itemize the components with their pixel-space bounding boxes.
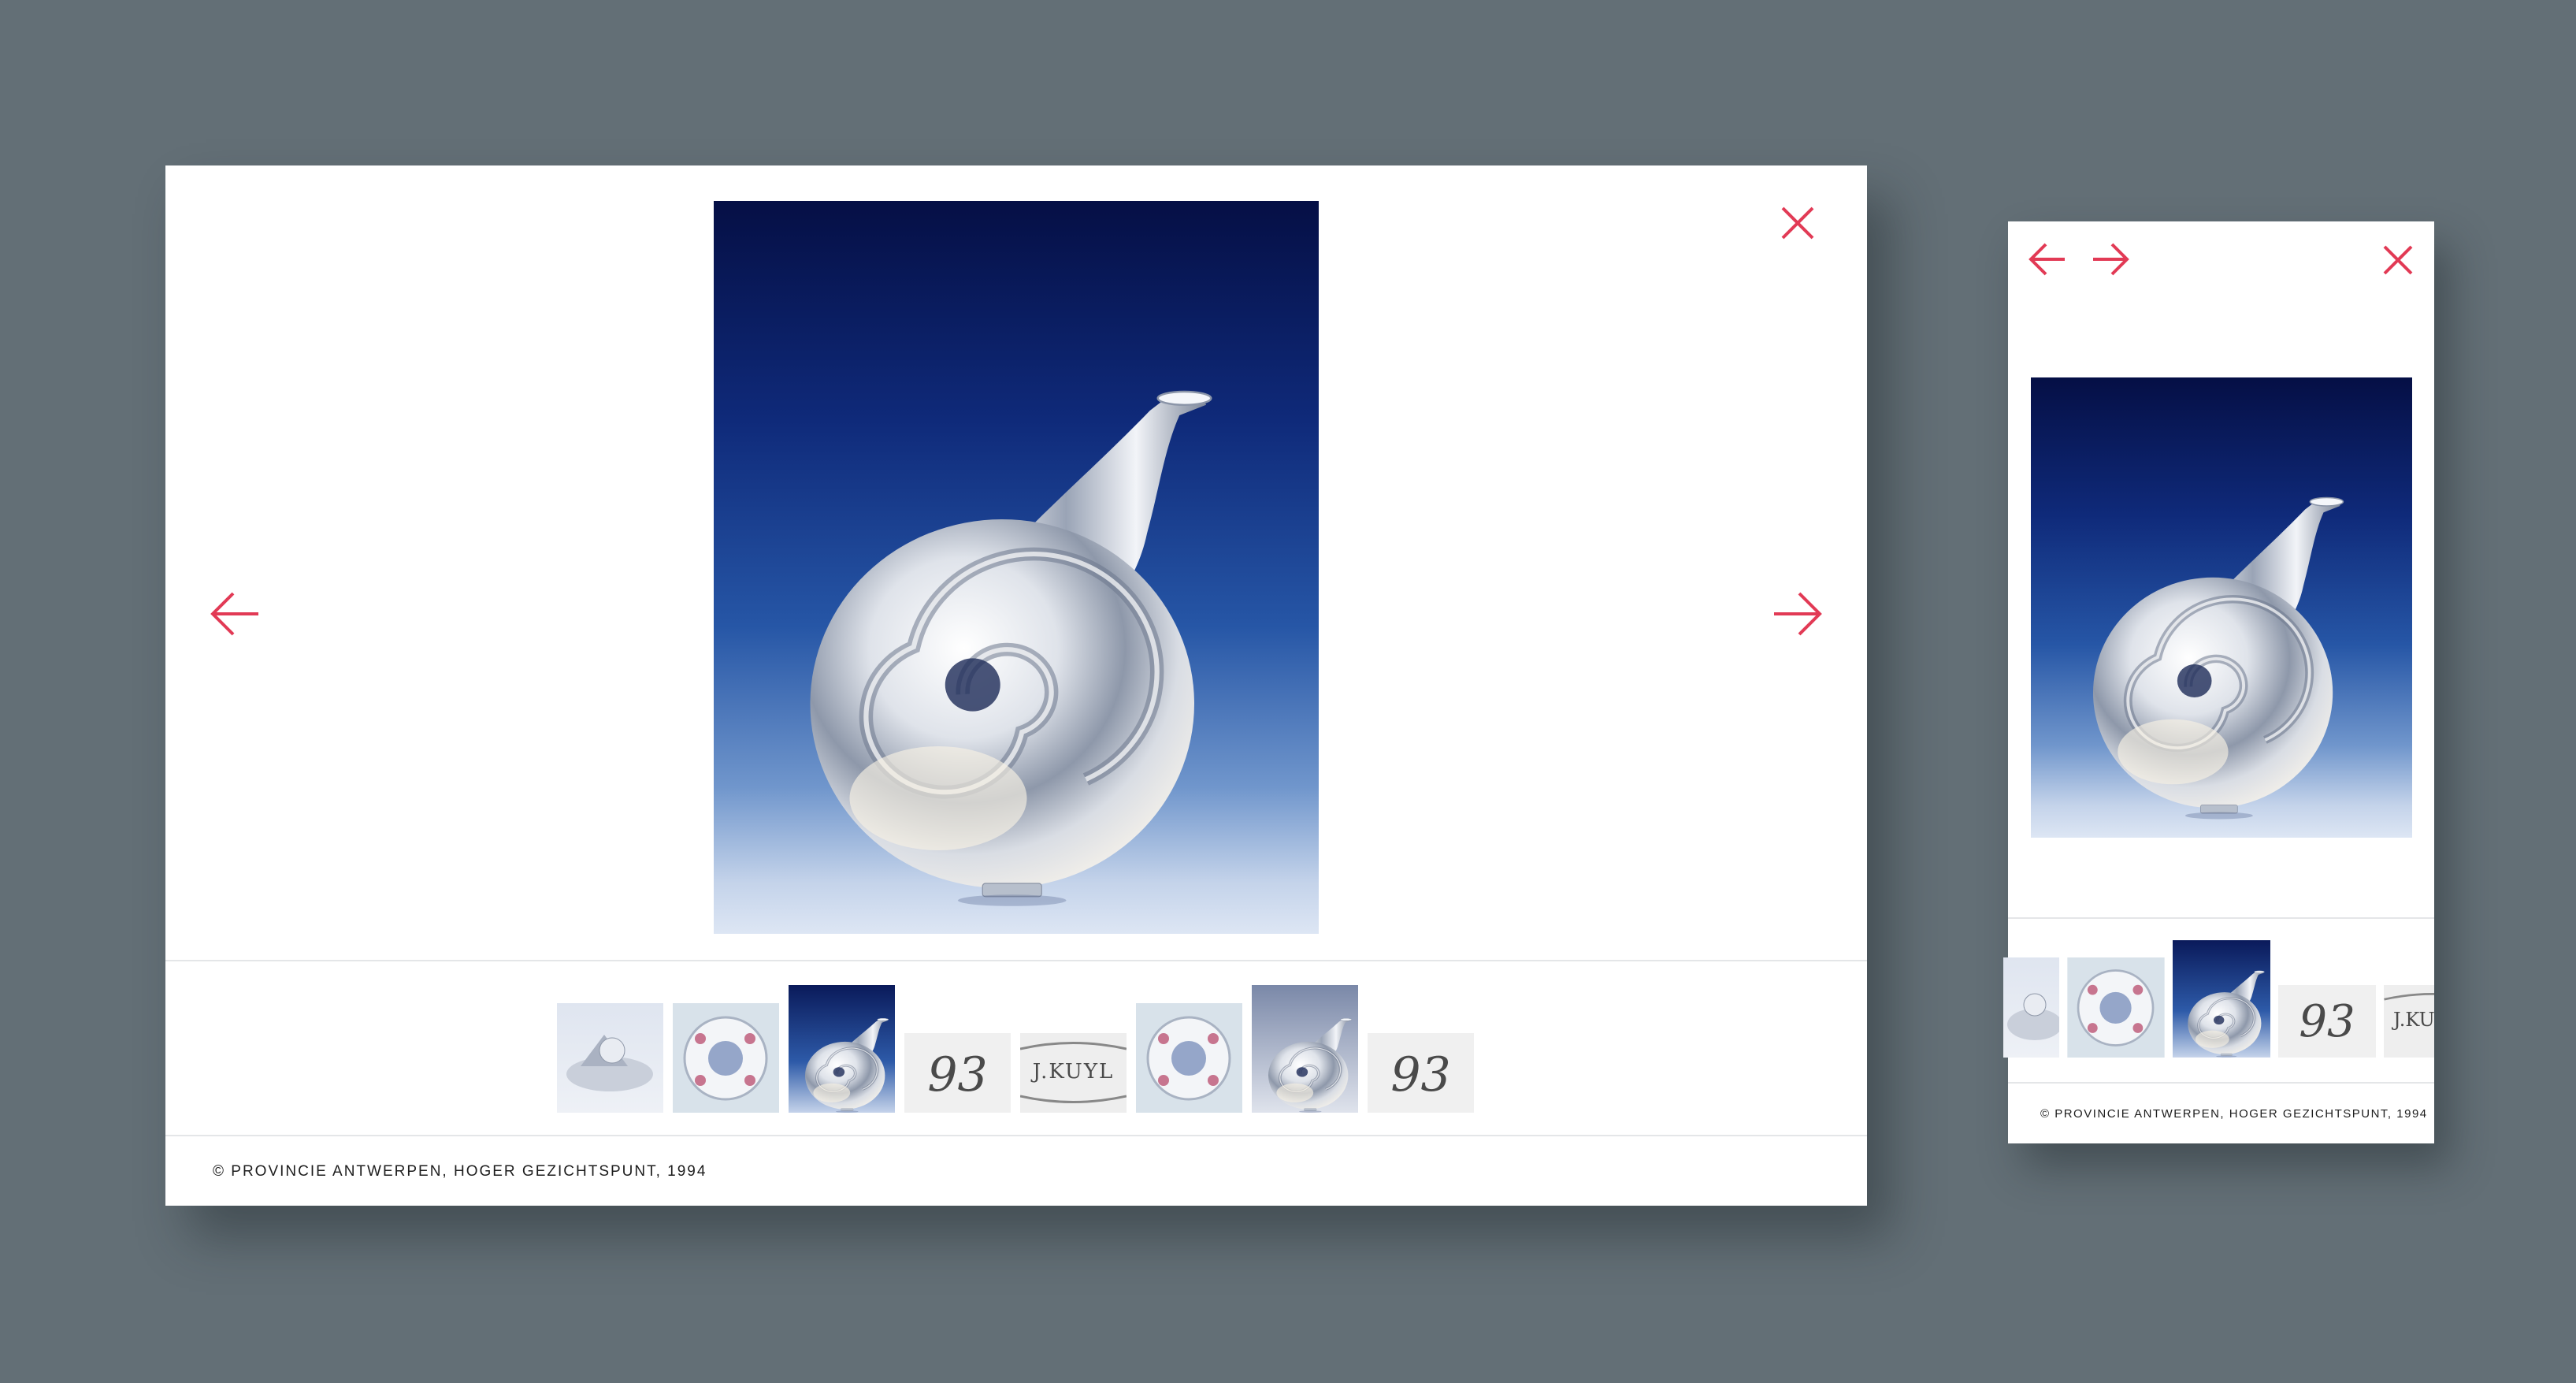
thumbnail[interactable] <box>2067 957 2165 1058</box>
main-photo <box>2031 377 2412 838</box>
thumbnail-strip: 93 J.KUYL <box>2003 940 2434 1058</box>
thumbnail[interactable]: J.KUYL <box>1020 1033 1127 1113</box>
thumbnail[interactable]: 93 <box>904 1033 1011 1113</box>
divider <box>165 1135 1867 1136</box>
caption: © PROVINCIE ANTWERPEN, HOGER GEZICHTSPUN… <box>2040 1107 2428 1121</box>
thumbnail[interactable] <box>557 1003 663 1113</box>
thumbnail[interactable] <box>673 1003 779 1113</box>
close-icon[interactable] <box>1780 205 1816 241</box>
caption: © PROVINCIE ANTWERPEN, HOGER GEZICHTSPUN… <box>213 1163 707 1180</box>
divider <box>2008 917 2434 919</box>
mobile-lightbox: 93 J.KUYL © PROVINCIE ANTWERPEN, HOGER G… <box>2003 221 2434 1143</box>
arrow-right-icon[interactable] <box>1772 591 1823 637</box>
thumbnail[interactable]: 93 <box>1368 1033 1474 1113</box>
thumbnail-selected[interactable] <box>789 985 895 1113</box>
desktop-lightbox: 93 J.KUYL 93 © PROVINCIE ANTWERPEN, HOGE… <box>165 165 1867 1206</box>
thumbnail-selected[interactable] <box>2173 940 2270 1058</box>
thumbnail[interactable] <box>1136 1003 1242 1113</box>
thumbnail[interactable] <box>1252 985 1358 1113</box>
divider <box>2008 1082 2434 1084</box>
arrow-left-icon[interactable] <box>2029 242 2066 277</box>
thumbnail-strip: 93 J.KUYL 93 <box>557 985 1474 1113</box>
close-icon[interactable] <box>2382 244 2414 276</box>
divider <box>165 960 1867 961</box>
arrow-left-icon[interactable] <box>210 591 260 637</box>
thumbnail[interactable]: 93 <box>2278 985 2376 1058</box>
main-photo <box>714 201 1319 934</box>
arrow-right-icon[interactable] <box>2092 242 2129 277</box>
thumbnail[interactable]: J.KUYL <box>2384 985 2434 1058</box>
thumbnail[interactable] <box>2003 957 2059 1058</box>
